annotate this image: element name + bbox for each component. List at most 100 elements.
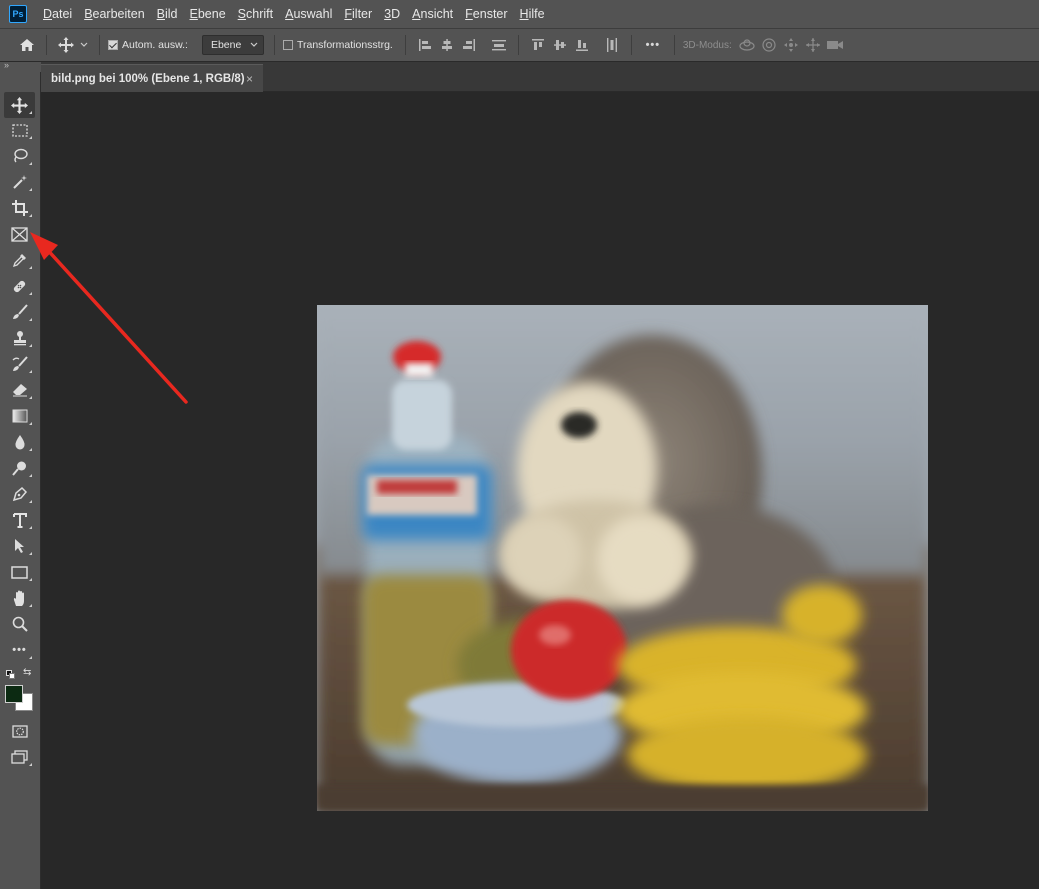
lasso-icon bbox=[13, 148, 28, 163]
edit-toolbar-button[interactable]: ••• bbox=[0, 637, 39, 663]
history-brush-icon bbox=[12, 356, 28, 371]
menu-item[interactable]: Hilfe bbox=[514, 0, 551, 28]
align-horizontal-center-icon[interactable] bbox=[436, 33, 458, 57]
eraser-tool[interactable] bbox=[0, 377, 39, 403]
menu-item[interactable]: Schrift bbox=[232, 0, 279, 28]
menu-item[interactable]: Fenster bbox=[459, 0, 513, 28]
menu-item[interactable]: Bearbeiten bbox=[78, 0, 150, 28]
collapse-icon[interactable]: » bbox=[4, 60, 9, 70]
align-left-icon[interactable] bbox=[414, 33, 436, 57]
arrow-cursor-icon bbox=[14, 539, 24, 553]
align-bottom-icon[interactable] bbox=[571, 33, 593, 57]
move-tool[interactable] bbox=[4, 92, 35, 118]
lasso-tool[interactable] bbox=[0, 143, 39, 169]
color-swatches: ⇆ bbox=[4, 667, 38, 716]
menu-item[interactable]: 3D bbox=[378, 0, 406, 28]
pan-3d-icon[interactable] bbox=[780, 33, 802, 57]
clone-stamp-tool[interactable] bbox=[0, 325, 39, 351]
crop-icon bbox=[11, 200, 28, 216]
path-selection-tool[interactable] bbox=[0, 533, 39, 559]
roll-3d-icon[interactable] bbox=[758, 33, 780, 57]
magic-wand-icon bbox=[12, 175, 27, 189]
layer-select-value: Ebene bbox=[210, 39, 242, 51]
quick-mask-button[interactable] bbox=[0, 718, 39, 744]
layer-select-dropdown[interactable]: Ebene bbox=[201, 35, 264, 55]
crop-tool[interactable] bbox=[0, 195, 39, 221]
eyedropper-tool[interactable] bbox=[0, 247, 39, 273]
blur-tool[interactable] bbox=[0, 429, 39, 455]
quick-mask-icon bbox=[11, 724, 28, 738]
photoshop-logo: Ps bbox=[9, 5, 27, 23]
hand-icon bbox=[13, 590, 24, 606]
pen-tool[interactable] bbox=[0, 481, 39, 507]
dodge-icon bbox=[11, 461, 26, 476]
frame-tool[interactable] bbox=[0, 221, 39, 247]
toolbar-collapse-bar[interactable]: » bbox=[0, 60, 41, 72]
type-tool[interactable] bbox=[0, 507, 39, 533]
close-icon[interactable]: × bbox=[246, 72, 253, 86]
slide-3d-icon[interactable] bbox=[802, 33, 824, 57]
swap-colors-icon[interactable]: ⇆ bbox=[23, 667, 31, 678]
pen-icon bbox=[12, 486, 27, 502]
menu-items: Datei Bearbeiten Bild Ebene Schrift Auswahl Fi… bbox=[37, 0, 551, 28]
home-icon[interactable] bbox=[16, 33, 38, 57]
marquee-tool[interactable] bbox=[0, 117, 39, 143]
checkbox-unchecked-icon[interactable] bbox=[282, 40, 293, 50]
canvas-workspace[interactable] bbox=[41, 92, 1039, 889]
align-right-icon[interactable] bbox=[458, 33, 480, 57]
transform-controls-checkbox[interactable]: Transformationsstrg. bbox=[282, 39, 393, 51]
document-tab[interactable]: bild.png bei 100% (Ebene 1, RGB/8) × bbox=[41, 64, 263, 92]
menu-item[interactable]: Bild bbox=[151, 0, 184, 28]
align-top-icon[interactable] bbox=[527, 33, 549, 57]
hedgehog-photo bbox=[317, 305, 928, 811]
separator bbox=[273, 35, 275, 55]
brush-tool[interactable] bbox=[0, 299, 39, 325]
more-options-icon[interactable]: ••• bbox=[640, 33, 666, 57]
separator bbox=[517, 35, 519, 55]
auto-select-checkbox[interactable]: Autom. ausw.: bbox=[108, 39, 188, 51]
screen-mode-button[interactable] bbox=[0, 744, 39, 770]
separator bbox=[46, 35, 47, 55]
menu-item[interactable]: Ebene bbox=[184, 0, 232, 28]
eyedropper-icon bbox=[12, 254, 26, 268]
gradient-icon bbox=[12, 409, 27, 423]
distribute-horizontal-icon[interactable] bbox=[601, 33, 623, 57]
history-brush-tool[interactable] bbox=[0, 351, 39, 377]
separator bbox=[673, 35, 675, 55]
hand-tool[interactable] bbox=[0, 585, 39, 611]
type-icon bbox=[12, 512, 27, 528]
zoom-tool[interactable] bbox=[0, 611, 39, 637]
foreground-color-swatch[interactable] bbox=[5, 685, 23, 703]
gradient-tool[interactable] bbox=[0, 403, 39, 429]
align-vertical-center-icon[interactable] bbox=[549, 33, 571, 57]
rectangle-tool[interactable] bbox=[0, 559, 39, 585]
document-tab-title: bild.png bei 100% (Ebene 1, RGB/8) bbox=[51, 72, 245, 85]
3d-mode-label: 3D-Modus: bbox=[682, 39, 732, 51]
chevron-down-icon bbox=[250, 42, 258, 47]
rect-marquee-icon bbox=[11, 123, 28, 137]
dodge-tool[interactable] bbox=[0, 455, 39, 481]
auto-select-label: Autom. ausw.: bbox=[122, 39, 188, 51]
document-canvas-image[interactable] bbox=[317, 305, 928, 811]
menu-item[interactable]: Auswahl bbox=[279, 0, 338, 28]
menu-item[interactable]: Ansicht bbox=[406, 0, 459, 28]
separator bbox=[404, 35, 406, 55]
menu-bar: Ps Datei Bearbeiten Bild Ebene Schrift Auswah… bbox=[0, 0, 1039, 28]
magnifier-icon bbox=[12, 616, 28, 632]
frame-icon bbox=[11, 226, 28, 242]
magic-wand-tool[interactable] bbox=[0, 169, 39, 195]
brush-icon bbox=[12, 304, 28, 319]
distribute-vertical-icon[interactable] bbox=[488, 33, 510, 57]
menu-item[interactable]: Filter bbox=[338, 0, 378, 28]
tools-panel: ••• ⇆ bbox=[0, 72, 41, 889]
separator bbox=[630, 35, 632, 55]
chevron-down-icon[interactable] bbox=[77, 33, 91, 57]
orbit-3d-icon[interactable] bbox=[736, 33, 758, 57]
checkbox-checked-icon[interactable] bbox=[108, 40, 118, 50]
move-icon bbox=[11, 96, 28, 114]
more-icon: ••• bbox=[12, 644, 27, 656]
healing-brush-tool[interactable] bbox=[0, 273, 39, 299]
move-icon[interactable] bbox=[55, 33, 77, 57]
menu-item[interactable]: Datei bbox=[37, 0, 78, 28]
camera-3d-icon[interactable] bbox=[824, 33, 846, 57]
